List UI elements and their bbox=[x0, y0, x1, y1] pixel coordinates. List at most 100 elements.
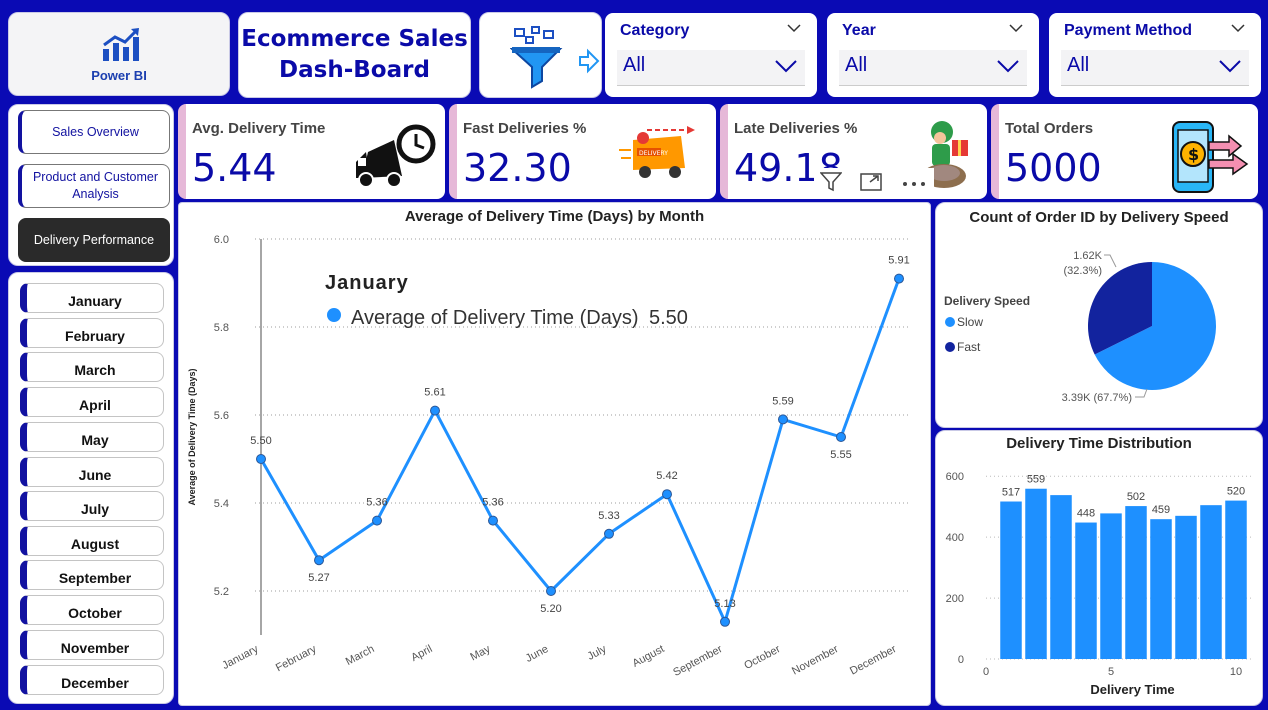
year-label: Year bbox=[842, 22, 876, 39]
x-tick-label: June bbox=[524, 643, 551, 665]
truck-clock-icon bbox=[356, 124, 436, 188]
data-label: 5.61 bbox=[424, 387, 445, 399]
more-options-icon[interactable] bbox=[902, 181, 926, 187]
data-point bbox=[256, 454, 266, 464]
filter-icon[interactable] bbox=[820, 172, 842, 192]
series-line bbox=[259, 278, 901, 624]
histogram-bar bbox=[1075, 522, 1097, 659]
payment-method-slicer[interactable]: Payment Method All bbox=[1049, 13, 1261, 97]
y-tick-label: 6.0 bbox=[214, 234, 229, 246]
histogram-card[interactable]: Delivery Time Distribution 0 200 400 600 517… bbox=[935, 430, 1263, 706]
month-button-july[interactable]: July bbox=[20, 491, 164, 521]
tooltip-legend-dot bbox=[327, 308, 341, 322]
data-label: 5.59 bbox=[772, 395, 793, 407]
delivery-van-icon: DELIVERY bbox=[619, 126, 695, 178]
x-tick-label: August bbox=[631, 643, 667, 670]
bar-data-label: 520 bbox=[1227, 486, 1245, 498]
chevron-down-icon[interactable] bbox=[1219, 59, 1241, 73]
data-label: 5.27 bbox=[308, 572, 329, 584]
x-tick-label: 10 bbox=[1230, 666, 1242, 678]
kpi-title: Fast Deliveries % bbox=[463, 120, 587, 137]
focus-mode-icon[interactable] bbox=[860, 173, 882, 191]
x-tick-label: 5 bbox=[1108, 666, 1114, 678]
dashboard-title: Ecommerce Sales Dash-Board bbox=[238, 12, 471, 98]
category-value: All bbox=[623, 54, 646, 76]
month-button-august[interactable]: August bbox=[20, 526, 164, 556]
pie-legend-marker bbox=[945, 342, 955, 352]
y-axis-label: Average of Delivery Time (Days) bbox=[187, 368, 197, 505]
month-button-october[interactable]: October bbox=[20, 595, 164, 625]
month-button-march[interactable]: March bbox=[20, 352, 164, 382]
pie-data-label: 3.39K (67.7%) bbox=[1062, 392, 1132, 404]
phone-payment-icon: $ bbox=[1172, 121, 1249, 193]
nav-product-customer-analysis[interactable]: Product and Customer Analysis bbox=[18, 164, 170, 208]
tooltip-series-name: Average of Delivery Time (Days) bbox=[351, 307, 639, 329]
bar-data-label: 459 bbox=[1152, 504, 1170, 516]
svg-text:$: $ bbox=[1188, 145, 1199, 164]
payment-method-value: All bbox=[1067, 54, 1090, 76]
line-chart[interactable]: 5.25.45.65.86.0Average of Delivery Time … bbox=[179, 203, 932, 707]
pie-legend-title: Delivery Speed bbox=[944, 294, 1030, 308]
data-point bbox=[604, 528, 614, 539]
data-label: 5.42 bbox=[656, 470, 677, 482]
nav-sales-overview[interactable]: Sales Overview bbox=[18, 110, 170, 154]
funnel-icon bbox=[510, 26, 600, 89]
month-button-january[interactable]: January bbox=[20, 283, 164, 313]
nav-delivery-performance[interactable]: Delivery Performance bbox=[18, 218, 170, 262]
x-axis-label: Delivery Time bbox=[1090, 682, 1174, 697]
category-label: Category bbox=[620, 22, 690, 39]
histogram-bar bbox=[1150, 519, 1172, 659]
data-point bbox=[662, 489, 672, 500]
x-tick-label: October bbox=[742, 643, 782, 672]
pie-leader-line bbox=[1135, 388, 1148, 398]
kpi-total-orders: Total Orders 5000 $ bbox=[991, 104, 1258, 199]
chevron-down-icon[interactable] bbox=[787, 23, 801, 33]
line-chart-card[interactable]: Average of Delivery Time (Days) by Month… bbox=[178, 202, 931, 706]
chevron-down-icon[interactable] bbox=[1231, 23, 1245, 33]
month-button-february[interactable]: February bbox=[20, 318, 164, 348]
month-button-may[interactable]: May bbox=[20, 422, 164, 452]
y-tick-label: 600 bbox=[946, 471, 964, 483]
data-point bbox=[836, 432, 846, 442]
month-button-december[interactable]: December bbox=[20, 665, 164, 695]
data-label: 5.55 bbox=[830, 449, 851, 461]
x-tick-label: May bbox=[468, 643, 492, 664]
bar-data-label: 448 bbox=[1077, 508, 1095, 520]
chevron-down-icon[interactable] bbox=[775, 59, 797, 73]
category-dropdown[interactable]: All bbox=[617, 50, 805, 86]
year-dropdown[interactable]: All bbox=[839, 50, 1027, 86]
data-point bbox=[546, 586, 556, 596]
data-point bbox=[720, 616, 730, 627]
x-tick-label: 0 bbox=[983, 666, 989, 678]
year-slicer[interactable]: Year All bbox=[827, 13, 1039, 97]
month-button-september[interactable]: September bbox=[20, 560, 164, 590]
month-button-june[interactable]: June bbox=[20, 457, 164, 487]
data-point bbox=[314, 555, 324, 566]
kpi-value: 5000 bbox=[1005, 146, 1102, 190]
data-label: 5.33 bbox=[598, 510, 619, 522]
category-slicer[interactable]: Category All bbox=[605, 13, 817, 97]
bar-data-label: 517 bbox=[1002, 487, 1020, 499]
data-label: 5.13 bbox=[714, 598, 735, 610]
data-point bbox=[430, 405, 440, 416]
payment-method-dropdown[interactable]: All bbox=[1061, 50, 1249, 86]
pie-legend-label: Slow bbox=[957, 315, 983, 329]
kpi-fast-deliveries: Fast Deliveries % 32.30 DELIVERY bbox=[449, 104, 716, 199]
data-point bbox=[894, 273, 904, 284]
data-point bbox=[778, 414, 788, 425]
histogram-chart[interactable]: 0 200 400 600 517 559 448 502 459 520 0 5 10 Delivery… bbox=[936, 431, 1264, 707]
y-tick-label: 5.4 bbox=[214, 498, 229, 510]
pie-chart[interactable]: 1.62K (32.3%) 3.39K (67.7%) Delivery Speed S… bbox=[936, 203, 1264, 429]
x-tick-label: November bbox=[790, 643, 841, 678]
month-button-november[interactable]: November bbox=[20, 630, 164, 660]
chevron-down-icon[interactable] bbox=[997, 59, 1019, 73]
filter-panel-button[interactable] bbox=[479, 12, 602, 98]
chevron-down-icon[interactable] bbox=[1009, 23, 1023, 33]
pie-chart-card[interactable]: Count of Order ID by Delivery Speed 1.62… bbox=[935, 202, 1263, 428]
pie-data-label: (32.3%) bbox=[1063, 265, 1102, 277]
x-tick-label: April bbox=[409, 643, 434, 664]
x-tick-label: December bbox=[848, 643, 899, 678]
histogram-bar bbox=[1125, 506, 1147, 659]
pie-leader-line bbox=[1104, 254, 1117, 268]
month-button-april[interactable]: April bbox=[20, 387, 164, 417]
